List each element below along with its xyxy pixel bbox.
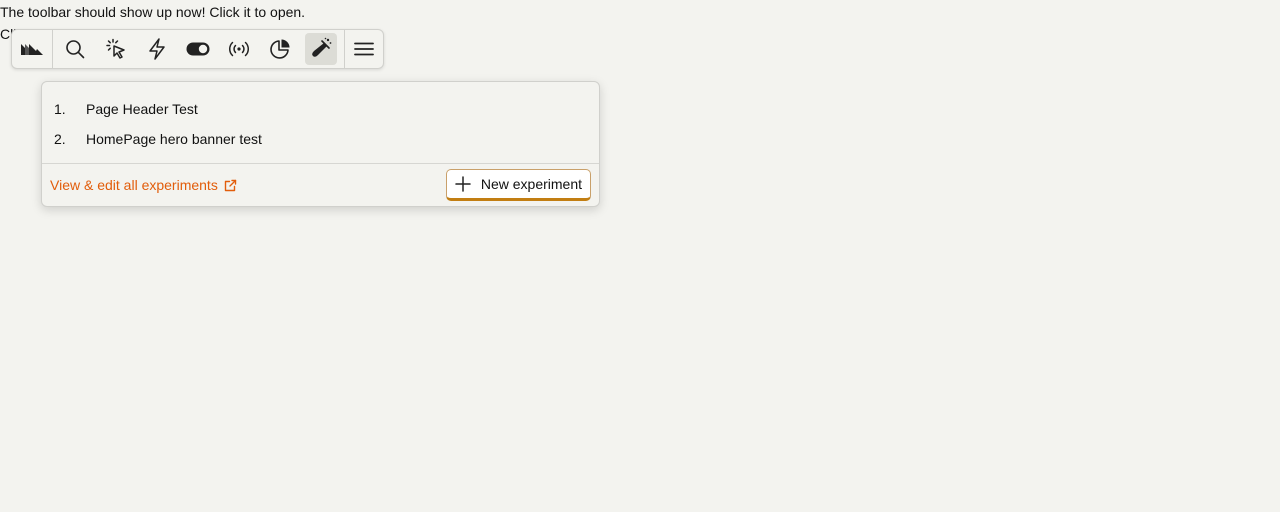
hedgehog-logo-icon[interactable] <box>12 30 53 68</box>
toggle-icon[interactable] <box>182 33 214 65</box>
experiment-number: 2. <box>54 131 66 147</box>
plus-icon <box>455 176 471 192</box>
view-all-label: View & edit all experiments <box>50 177 218 193</box>
toolbar <box>11 29 384 69</box>
experiment-item[interactable]: 2. HomePage hero banner test <box>42 124 599 154</box>
new-experiment-button[interactable]: New experiment <box>445 169 591 201</box>
search-icon[interactable] <box>59 33 91 65</box>
experiment-name[interactable]: Page Header Test <box>86 101 198 117</box>
cursor-click-icon[interactable] <box>100 33 132 65</box>
panel-footer: View & edit all experiments New experime… <box>42 163 599 206</box>
external-link-icon <box>224 179 237 192</box>
experiment-item[interactable]: 1. Page Header Test <box>42 94 599 124</box>
lightning-icon[interactable] <box>141 33 173 65</box>
experiment-name[interactable]: HomePage hero banner test <box>86 131 262 147</box>
experiments-panel: 1. Page Header Test 2. HomePage hero ban… <box>41 81 600 207</box>
flask-icon[interactable] <box>305 33 337 65</box>
instruction-text: The toolbar should show up now! Click it… <box>0 4 306 20</box>
hamburger-menu-icon[interactable] <box>344 30 383 68</box>
experiment-list: 1. Page Header Test 2. HomePage hero ban… <box>42 82 599 154</box>
pie-chart-icon[interactable] <box>264 33 296 65</box>
new-experiment-label: New experiment <box>480 176 582 192</box>
broadcast-icon[interactable] <box>223 33 255 65</box>
view-all-experiments-link[interactable]: View & edit all experiments <box>50 177 237 193</box>
experiment-number: 1. <box>54 101 66 117</box>
